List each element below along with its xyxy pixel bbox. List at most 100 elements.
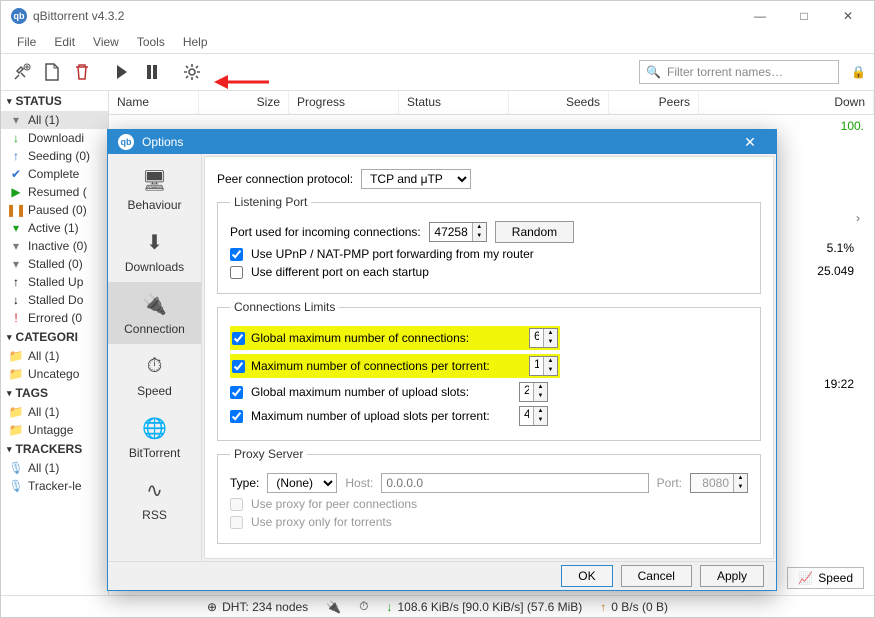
titlebar: qb qBittorrent v4.3.2 — □ ✕ <box>1 1 874 31</box>
col-size[interactable]: Size <box>199 91 289 114</box>
status-item-7[interactable]: ▾Inactive (0) <box>1 237 108 255</box>
limit-spinner-0[interactable]: ▲▼ <box>529 328 558 348</box>
status-item-1[interactable]: ↓Downloadi <box>1 129 108 147</box>
tags-header[interactable]: TAGS <box>1 383 108 403</box>
dialog-app-icon: qb <box>118 134 134 150</box>
diffport-checkbox[interactable] <box>230 266 243 279</box>
categories-header[interactable]: CATEGORI <box>1 327 108 347</box>
options-cat-speed[interactable]: ⏱Speed <box>108 344 201 406</box>
options-cat-rss[interactable]: ∿RSS <box>108 468 201 530</box>
limit-checkbox-1[interactable] <box>232 360 245 373</box>
delete-icon[interactable] <box>69 59 95 85</box>
limit-input[interactable] <box>530 329 543 342</box>
proxy-port-label: Port: <box>657 476 682 490</box>
filter-input[interactable]: 🔍 Filter torrent names… <box>639 60 839 84</box>
limit-input[interactable] <box>520 407 533 420</box>
limit-checkbox-3[interactable] <box>230 410 243 423</box>
down-arrow-icon: ↓ <box>387 600 393 614</box>
chart-icon: 📈 <box>798 571 813 585</box>
add-link-icon[interactable] <box>9 59 35 85</box>
spin-down-icon[interactable]: ▼ <box>473 232 486 241</box>
status-item-3[interactable]: ✔Complete <box>1 165 108 183</box>
proxy-type-select[interactable]: (None) <box>267 473 337 493</box>
scroll-right-icon[interactable]: › <box>856 211 872 227</box>
spin-up-icon[interactable]: ▲ <box>544 329 557 338</box>
menubar: File Edit View Tools Help <box>1 31 874 53</box>
status-item-4[interactable]: ▶Resumed ( <box>1 183 108 201</box>
col-status[interactable]: Status <box>399 91 509 114</box>
minimize-button[interactable]: — <box>738 2 782 30</box>
menu-view[interactable]: View <box>85 33 127 51</box>
col-down[interactable]: Down <box>699 91 874 114</box>
status-item-label: Complete <box>28 167 79 181</box>
col-peers[interactable]: Peers <box>609 91 699 114</box>
spin-up-icon[interactable]: ▲ <box>544 357 557 366</box>
tags-item-1[interactable]: 📁Untagge <box>1 421 108 439</box>
apply-button[interactable]: Apply <box>700 565 764 587</box>
plug-icon: 🔌 <box>326 600 341 614</box>
options-cat-downloads[interactable]: ⬇Downloads <box>108 220 201 282</box>
gauge-icon[interactable]: ⏱ <box>359 599 368 614</box>
detail-time: 19:22 <box>817 373 854 396</box>
options-cat-behaviour[interactable]: 🖥Behaviour <box>108 158 201 220</box>
limit-input[interactable] <box>520 383 533 396</box>
menu-edit[interactable]: Edit <box>46 33 83 51</box>
limit-spinner-3[interactable]: ▲▼ <box>519 406 548 426</box>
cat-label: Downloads <box>125 260 184 274</box>
spin-up-icon[interactable]: ▲ <box>473 223 486 232</box>
limit-spinner-2[interactable]: ▲▼ <box>519 382 548 402</box>
status-header[interactable]: STATUS <box>1 91 108 111</box>
tab-speed[interactable]: 📈 Speed <box>787 567 864 589</box>
menu-help[interactable]: Help <box>175 33 216 51</box>
limit-input[interactable] <box>530 357 543 370</box>
spin-up-icon[interactable]: ▲ <box>534 407 547 416</box>
status-item-8[interactable]: ▾Stalled (0) <box>1 255 108 273</box>
spin-down-icon[interactable]: ▼ <box>544 338 557 347</box>
menu-file[interactable]: File <box>9 33 44 51</box>
col-progress[interactable]: Progress <box>289 91 399 114</box>
status-item-10[interactable]: ↓Stalled Do <box>1 291 108 309</box>
port-spinner[interactable]: ▲▼ <box>429 222 487 242</box>
trackers-item-1[interactable]: 🎙Tracker-le <box>1 477 108 495</box>
spin-down-icon[interactable]: ▼ <box>534 416 547 425</box>
limit-checkbox-2[interactable] <box>230 386 243 399</box>
categories-item-0[interactable]: 📁All (1) <box>1 347 108 365</box>
pause-icon[interactable] <box>139 59 165 85</box>
options-cat-bittorrent[interactable]: 🌐BitTorrent <box>108 406 201 468</box>
trackers-item-label: All (1) <box>28 461 59 475</box>
spin-down-icon[interactable]: ▼ <box>544 366 557 375</box>
dialog-titlebar[interactable]: qb Options ✕ <box>108 130 776 154</box>
maximize-button[interactable]: □ <box>782 2 826 30</box>
col-name[interactable]: Name <box>109 91 199 114</box>
close-button[interactable]: ✕ <box>826 2 870 30</box>
status-item-6[interactable]: ▾Active (1) <box>1 219 108 237</box>
settings-gear-icon[interactable] <box>179 59 205 85</box>
status-item-9[interactable]: ↑Stalled Up <box>1 273 108 291</box>
dialog-close-icon[interactable]: ✕ <box>730 134 770 151</box>
options-cat-connection[interactable]: 🔌Connection <box>108 282 201 344</box>
trackers-item-0[interactable]: 🎙All (1) <box>1 459 108 477</box>
status-item-0[interactable]: ▾All (1) <box>1 111 108 129</box>
limit-spinner-1[interactable]: ▲▼ <box>529 356 558 376</box>
add-file-icon[interactable] <box>39 59 65 85</box>
tags-item-0[interactable]: 📁All (1) <box>1 403 108 421</box>
limit-checkbox-0[interactable] <box>232 332 245 345</box>
ok-button[interactable]: OK <box>561 565 612 587</box>
random-port-button[interactable]: Random <box>495 221 574 243</box>
upnp-checkbox[interactable] <box>230 248 243 261</box>
trackers-header[interactable]: TRACKERS <box>1 439 108 459</box>
lock-icon[interactable]: 🔒 <box>851 65 866 79</box>
status-item-5[interactable]: ❚❚Paused (0) <box>1 201 108 219</box>
port-input[interactable] <box>430 223 472 241</box>
spin-up-icon[interactable]: ▲ <box>534 383 547 392</box>
protocol-select[interactable]: TCP and μTP <box>361 169 471 189</box>
col-seeds[interactable]: Seeds <box>509 91 609 114</box>
resume-icon[interactable] <box>109 59 135 85</box>
status-item-11[interactable]: !Errored (0 <box>1 309 108 327</box>
status-item-2[interactable]: ↑Seeding (0) <box>1 147 108 165</box>
cancel-button[interactable]: Cancel <box>621 565 692 587</box>
spin-down-icon[interactable]: ▼ <box>534 392 547 401</box>
dht-text: DHT: 234 nodes <box>222 600 308 614</box>
categories-item-1[interactable]: 📁Uncatego <box>1 365 108 383</box>
menu-tools[interactable]: Tools <box>129 33 173 51</box>
